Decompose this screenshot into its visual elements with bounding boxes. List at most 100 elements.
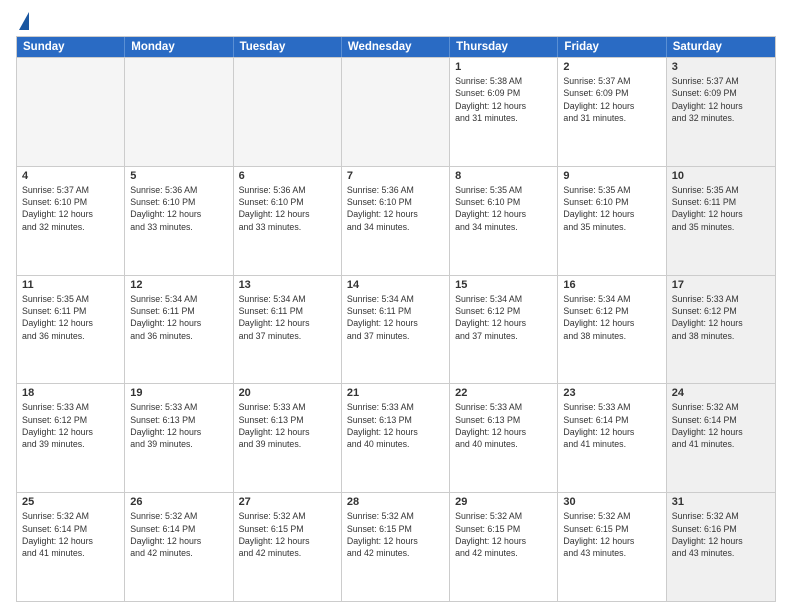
calendar-cell (125, 58, 233, 166)
calendar-cell: 17 Sunrise: 5:33 AM Sunset: 6:12 PM Dayli… (667, 276, 775, 384)
cell-info: Sunrise: 5:33 AM Sunset: 6:13 PM Dayligh… (239, 401, 336, 450)
day-number: 14 (347, 279, 444, 291)
cell-info: Sunrise: 5:32 AM Sunset: 6:15 PM Dayligh… (239, 510, 336, 559)
day-number: 22 (455, 387, 552, 399)
calendar-cell: 25 Sunrise: 5:32 AM Sunset: 6:14 PM Dayli… (17, 493, 125, 601)
cell-info: Sunrise: 5:35 AM Sunset: 6:10 PM Dayligh… (563, 184, 660, 233)
calendar-cell: 20Sunrise: 5:33 AM Sunset: 6:13 PM Dayli… (234, 384, 342, 492)
cell-info: Sunrise: 5:37 AM Sunset: 6:10 PM Dayligh… (22, 184, 119, 233)
calendar-cell: 29 Sunrise: 5:32 AM Sunset: 6:15 PM Dayli… (450, 493, 558, 601)
logo (16, 12, 29, 30)
day-number: 21 (347, 387, 444, 399)
cell-info: Sunrise: 5:35 AM Sunset: 6:11 PM Dayligh… (22, 293, 119, 342)
calendar-row: 1Sunrise: 5:38 AM Sunset: 6:09 PM Daylig… (17, 57, 775, 166)
day-number: 15 (455, 279, 552, 291)
day-number: 2 (563, 61, 660, 73)
cell-info: Sunrise: 5:34 AM Sunset: 6:11 PM Dayligh… (130, 293, 227, 342)
calendar-cell: 6 Sunrise: 5:36 AM Sunset: 6:10 PM Daylig… (234, 167, 342, 275)
day-number: 12 (130, 279, 227, 291)
calendar-cell (17, 58, 125, 166)
calendar-cell: 27 Sunrise: 5:32 AM Sunset: 6:15 PM Dayli… (234, 493, 342, 601)
calendar-cell: 11 Sunrise: 5:35 AM Sunset: 6:11 PM Dayli… (17, 276, 125, 384)
cell-info: Sunrise: 5:35 AM Sunset: 6:11 PM Dayligh… (672, 184, 770, 233)
cell-info: Sunrise: 5:33 AM Sunset: 6:13 PM Dayligh… (130, 401, 227, 450)
cell-info: Sunrise: 5:33 AM Sunset: 6:12 PM Dayligh… (22, 401, 119, 450)
day-number: 25 (22, 496, 119, 508)
day-number: 11 (22, 279, 119, 291)
cell-info: Sunrise: 5:37 AM Sunset: 6:09 PM Dayligh… (672, 75, 770, 124)
day-number: 7 (347, 170, 444, 182)
day-number: 28 (347, 496, 444, 508)
weekday-header: Saturday (667, 37, 775, 57)
weekday-header: Friday (558, 37, 666, 57)
calendar-cell: 9Sunrise: 5:35 AM Sunset: 6:10 PM Daylig… (558, 167, 666, 275)
day-number: 17 (672, 279, 770, 291)
day-number: 31 (672, 496, 770, 508)
cell-info: Sunrise: 5:32 AM Sunset: 6:15 PM Dayligh… (563, 510, 660, 559)
calendar-cell: 8Sunrise: 5:35 AM Sunset: 6:10 PM Daylig… (450, 167, 558, 275)
cell-info: Sunrise: 5:33 AM Sunset: 6:12 PM Dayligh… (672, 293, 770, 342)
calendar-row: 11 Sunrise: 5:35 AM Sunset: 6:11 PM Dayli… (17, 275, 775, 384)
cell-info: Sunrise: 5:33 AM Sunset: 6:13 PM Dayligh… (347, 401, 444, 450)
calendar-row: 18 Sunrise: 5:33 AM Sunset: 6:12 PM Dayli… (17, 383, 775, 492)
cell-info: Sunrise: 5:32 AM Sunset: 6:16 PM Dayligh… (672, 510, 770, 559)
cell-info: Sunrise: 5:34 AM Sunset: 6:11 PM Dayligh… (347, 293, 444, 342)
cell-info: Sunrise: 5:35 AM Sunset: 6:10 PM Dayligh… (455, 184, 552, 233)
calendar-cell: 13 Sunrise: 5:34 AM Sunset: 6:11 PM Dayli… (234, 276, 342, 384)
day-number: 23 (563, 387, 660, 399)
calendar-cell: 2 Sunrise: 5:37 AM Sunset: 6:09 PM Daylig… (558, 58, 666, 166)
calendar-cell (342, 58, 450, 166)
calendar-cell: 7 Sunrise: 5:36 AM Sunset: 6:10 PM Daylig… (342, 167, 450, 275)
cell-info: Sunrise: 5:32 AM Sunset: 6:14 PM Dayligh… (22, 510, 119, 559)
cell-info: Sunrise: 5:32 AM Sunset: 6:15 PM Dayligh… (455, 510, 552, 559)
cell-info: Sunrise: 5:32 AM Sunset: 6:14 PM Dayligh… (130, 510, 227, 559)
header (16, 12, 776, 30)
cell-info: Sunrise: 5:34 AM Sunset: 6:12 PM Dayligh… (563, 293, 660, 342)
calendar-cell: 24 Sunrise: 5:32 AM Sunset: 6:14 PM Dayli… (667, 384, 775, 492)
cell-info: Sunrise: 5:33 AM Sunset: 6:13 PM Dayligh… (455, 401, 552, 450)
calendar-cell: 4Sunrise: 5:37 AM Sunset: 6:10 PM Daylig… (17, 167, 125, 275)
calendar-row: 25 Sunrise: 5:32 AM Sunset: 6:14 PM Dayli… (17, 492, 775, 601)
calendar-body: 1Sunrise: 5:38 AM Sunset: 6:09 PM Daylig… (17, 57, 775, 601)
cell-info: Sunrise: 5:33 AM Sunset: 6:14 PM Dayligh… (563, 401, 660, 450)
day-number: 3 (672, 61, 770, 73)
calendar-cell: 15 Sunrise: 5:34 AM Sunset: 6:12 PM Dayli… (450, 276, 558, 384)
calendar-cell (234, 58, 342, 166)
cell-info: Sunrise: 5:32 AM Sunset: 6:14 PM Dayligh… (672, 401, 770, 450)
calendar: SundayMondayTuesdayWednesdayThursdayFrid… (16, 36, 776, 602)
day-number: 29 (455, 496, 552, 508)
calendar-cell: 22 Sunrise: 5:33 AM Sunset: 6:13 PM Dayli… (450, 384, 558, 492)
cell-info: Sunrise: 5:36 AM Sunset: 6:10 PM Dayligh… (239, 184, 336, 233)
cell-info: Sunrise: 5:36 AM Sunset: 6:10 PM Dayligh… (347, 184, 444, 233)
cell-info: Sunrise: 5:34 AM Sunset: 6:11 PM Dayligh… (239, 293, 336, 342)
day-number: 13 (239, 279, 336, 291)
cell-info: Sunrise: 5:37 AM Sunset: 6:09 PM Dayligh… (563, 75, 660, 124)
calendar-cell: 21 Sunrise: 5:33 AM Sunset: 6:13 PM Dayli… (342, 384, 450, 492)
day-number: 26 (130, 496, 227, 508)
calendar-cell: 23 Sunrise: 5:33 AM Sunset: 6:14 PM Dayli… (558, 384, 666, 492)
day-number: 10 (672, 170, 770, 182)
day-number: 24 (672, 387, 770, 399)
cell-info: Sunrise: 5:36 AM Sunset: 6:10 PM Dayligh… (130, 184, 227, 233)
calendar-cell: 3 Sunrise: 5:37 AM Sunset: 6:09 PM Daylig… (667, 58, 775, 166)
page: SundayMondayTuesdayWednesdayThursdayFrid… (0, 0, 792, 612)
calendar-row: 4Sunrise: 5:37 AM Sunset: 6:10 PM Daylig… (17, 166, 775, 275)
cell-info: Sunrise: 5:34 AM Sunset: 6:12 PM Dayligh… (455, 293, 552, 342)
weekday-header: Thursday (450, 37, 558, 57)
calendar-cell: 18 Sunrise: 5:33 AM Sunset: 6:12 PM Dayli… (17, 384, 125, 492)
day-number: 5 (130, 170, 227, 182)
weekday-header: Sunday (17, 37, 125, 57)
calendar-cell: 14 Sunrise: 5:34 AM Sunset: 6:11 PM Dayli… (342, 276, 450, 384)
day-number: 18 (22, 387, 119, 399)
calendar-cell: 10 Sunrise: 5:35 AM Sunset: 6:11 PM Dayli… (667, 167, 775, 275)
weekday-header: Wednesday (342, 37, 450, 57)
day-number: 27 (239, 496, 336, 508)
day-number: 6 (239, 170, 336, 182)
calendar-cell: 28 Sunrise: 5:32 AM Sunset: 6:15 PM Dayli… (342, 493, 450, 601)
weekday-header: Tuesday (234, 37, 342, 57)
calendar-header: SundayMondayTuesdayWednesdayThursdayFrid… (17, 37, 775, 57)
cell-info: Sunrise: 5:32 AM Sunset: 6:15 PM Dayligh… (347, 510, 444, 559)
calendar-cell: 12 Sunrise: 5:34 AM Sunset: 6:11 PM Dayli… (125, 276, 233, 384)
weekday-header: Monday (125, 37, 233, 57)
day-number: 19 (130, 387, 227, 399)
